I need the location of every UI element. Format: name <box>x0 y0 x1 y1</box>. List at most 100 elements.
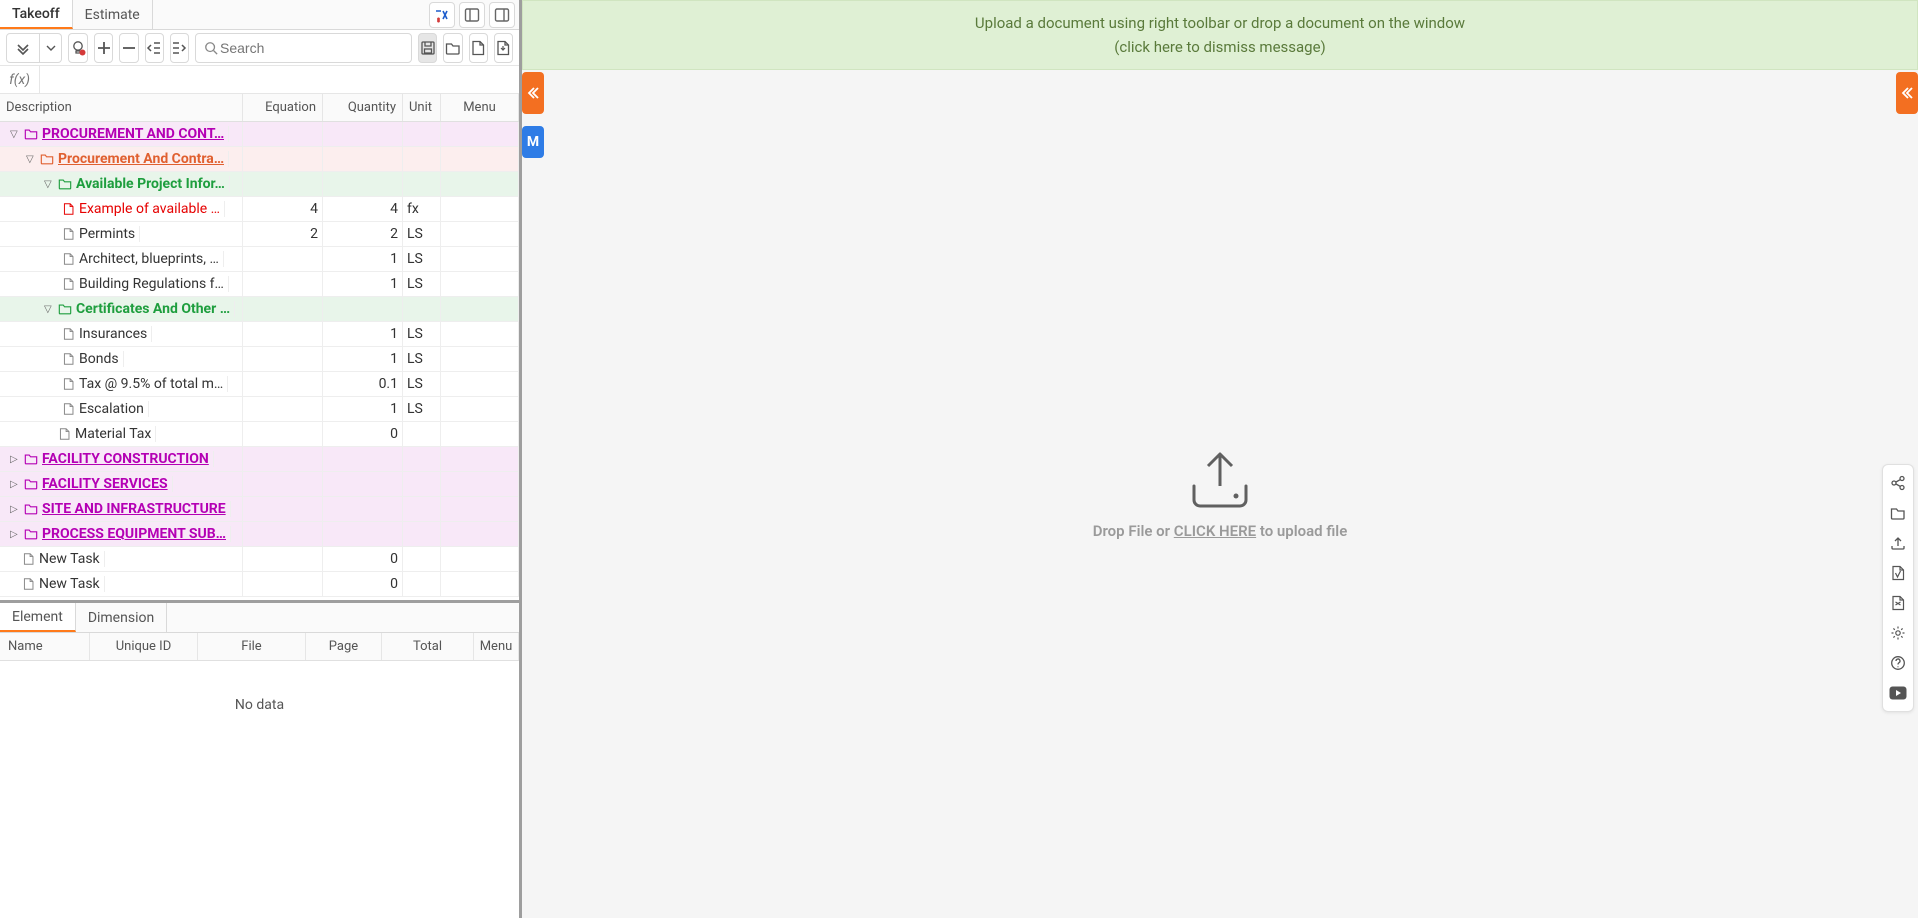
remove-button[interactable] <box>119 33 138 63</box>
row-menu[interactable] <box>441 172 519 196</box>
panel-collapse-blue[interactable]: M <box>522 126 544 158</box>
dcol-uid[interactable]: Unique ID <box>90 633 198 660</box>
dcol-menu[interactable]: Menu <box>474 633 519 660</box>
drop-zone[interactable]: Drop File or CLICK HERE to upload file <box>522 70 1918 918</box>
layout-right-button[interactable] <box>489 2 515 28</box>
col-description[interactable]: Description <box>0 94 243 121</box>
dcol-name[interactable]: Name <box>0 633 90 660</box>
fx-label: f(x) <box>0 66 40 93</box>
toolbar <box>0 30 519 66</box>
grid-row[interactable]: ▽Certificates And Other … <box>0 297 519 322</box>
grid-row[interactable]: Bonds1LS <box>0 347 519 372</box>
col-quantity[interactable]: Quantity <box>323 94 403 121</box>
add-button[interactable] <box>94 33 113 63</box>
grid-row[interactable]: ▽PROCUREMENT AND CONT… <box>0 122 519 147</box>
upload-button[interactable] <box>1884 529 1912 557</box>
row-menu[interactable] <box>441 147 519 171</box>
upload-banner[interactable]: Upload a document using right toolbar or… <box>522 0 1918 70</box>
indent-button[interactable] <box>170 33 189 63</box>
grid-row[interactable]: Tax @ 9.5% of total m…0.1LS <box>0 372 519 397</box>
idea-button[interactable] <box>68 33 88 63</box>
layout-split-button[interactable] <box>459 2 485 28</box>
grid-row[interactable]: Escalation1LS <box>0 397 519 422</box>
row-menu[interactable] <box>441 472 519 496</box>
grid-row[interactable]: Example of available …44fx <box>0 197 519 222</box>
grid-row[interactable]: New Task0 <box>0 547 519 572</box>
row-label: PROCESS EQUIPMENT SUB… <box>42 526 226 542</box>
document-button[interactable] <box>469 33 488 63</box>
detail-header: Name Unique ID File Page Total Menu <box>0 633 519 661</box>
row-label: Architect, blueprints, … <box>79 251 219 267</box>
formula-bar[interactable]: f(x) <box>0 66 519 94</box>
search-input[interactable] <box>218 39 403 57</box>
settings-button[interactable] <box>1884 619 1912 647</box>
folder-button[interactable] <box>1884 499 1912 527</box>
row-equation <box>243 347 323 371</box>
row-equation <box>243 497 323 521</box>
grid-row[interactable]: Architect, blueprints, …1LS <box>0 247 519 272</box>
row-quantity: 0.1 <box>323 372 403 396</box>
variables-button[interactable] <box>429 2 455 28</box>
row-equation <box>243 472 323 496</box>
grid-row[interactable]: ▽Available Project Infor… <box>0 172 519 197</box>
grid-row[interactable]: ▷PROCESS EQUIPMENT SUB… <box>0 522 519 547</box>
row-menu[interactable] <box>441 197 519 221</box>
grid-row[interactable]: ▽Procurement And Contra… <box>0 147 519 172</box>
tab-takeoff[interactable]: Takeoff <box>0 0 73 29</box>
row-equation <box>243 447 323 471</box>
row-menu[interactable] <box>441 422 519 446</box>
row-menu[interactable] <box>441 447 519 471</box>
dcol-page[interactable]: Page <box>306 633 382 660</box>
grid-row[interactable]: Permints22LS <box>0 222 519 247</box>
grid-row[interactable]: ▷SITE AND INFRASTRUCTURE <box>0 497 519 522</box>
help-button[interactable] <box>1884 649 1912 677</box>
grid-row[interactable]: ▷FACILITY CONSTRUCTION <box>0 447 519 472</box>
bottom-tabs: Element Dimension <box>0 603 519 633</box>
row-menu[interactable] <box>441 547 519 571</box>
dcol-file[interactable]: File <box>198 633 306 660</box>
grid-row[interactable]: Insurances1LS <box>0 322 519 347</box>
dcol-total[interactable]: Total <box>382 633 474 660</box>
row-menu[interactable] <box>441 322 519 346</box>
col-menu[interactable]: Menu <box>441 94 519 121</box>
expand-all-button[interactable] <box>6 33 40 63</box>
banner-line2: (click here to dismiss message) <box>531 35 1909 59</box>
pdf-button[interactable] <box>1884 559 1912 587</box>
grid-row[interactable]: ▷FACILITY SERVICES <box>0 472 519 497</box>
row-menu[interactable] <box>441 122 519 146</box>
doc-remove-button[interactable] <box>1884 589 1912 617</box>
open-folder-button[interactable] <box>443 33 462 63</box>
share-button[interactable] <box>1884 469 1912 497</box>
row-menu[interactable] <box>441 572 519 596</box>
row-quantity: 1 <box>323 322 403 346</box>
outdent-button[interactable] <box>145 33 164 63</box>
tab-dimension[interactable]: Dimension <box>76 603 167 632</box>
row-menu[interactable] <box>441 497 519 521</box>
expand-dropdown[interactable] <box>40 33 62 63</box>
row-menu[interactable] <box>441 247 519 271</box>
row-menu[interactable] <box>441 272 519 296</box>
row-menu[interactable] <box>441 522 519 546</box>
row-menu[interactable] <box>441 347 519 371</box>
tab-element[interactable]: Element <box>0 603 76 632</box>
grid-row[interactable]: New Task0 <box>0 572 519 597</box>
save-file-button[interactable] <box>418 33 437 63</box>
right-panel-collapse[interactable] <box>1896 72 1918 114</box>
col-equation[interactable]: Equation <box>243 94 323 121</box>
export-button[interactable] <box>494 33 513 63</box>
row-menu[interactable] <box>441 372 519 396</box>
panel-collapse-orange[interactable] <box>522 72 544 114</box>
row-unit <box>403 572 441 596</box>
row-quantity: 1 <box>323 247 403 271</box>
tab-estimate[interactable]: Estimate <box>73 0 153 29</box>
row-menu[interactable] <box>441 297 519 321</box>
grid-row[interactable]: Building Regulations f…1LS <box>0 272 519 297</box>
video-button[interactable] <box>1884 679 1912 707</box>
row-menu[interactable] <box>441 397 519 421</box>
row-menu[interactable] <box>441 222 519 246</box>
col-unit[interactable]: Unit <box>403 94 441 121</box>
grid-row[interactable]: Material Tax0 <box>0 422 519 447</box>
upload-link[interactable]: CLICK HERE <box>1174 522 1256 540</box>
row-quantity: 0 <box>323 572 403 596</box>
search-field[interactable] <box>195 33 412 63</box>
